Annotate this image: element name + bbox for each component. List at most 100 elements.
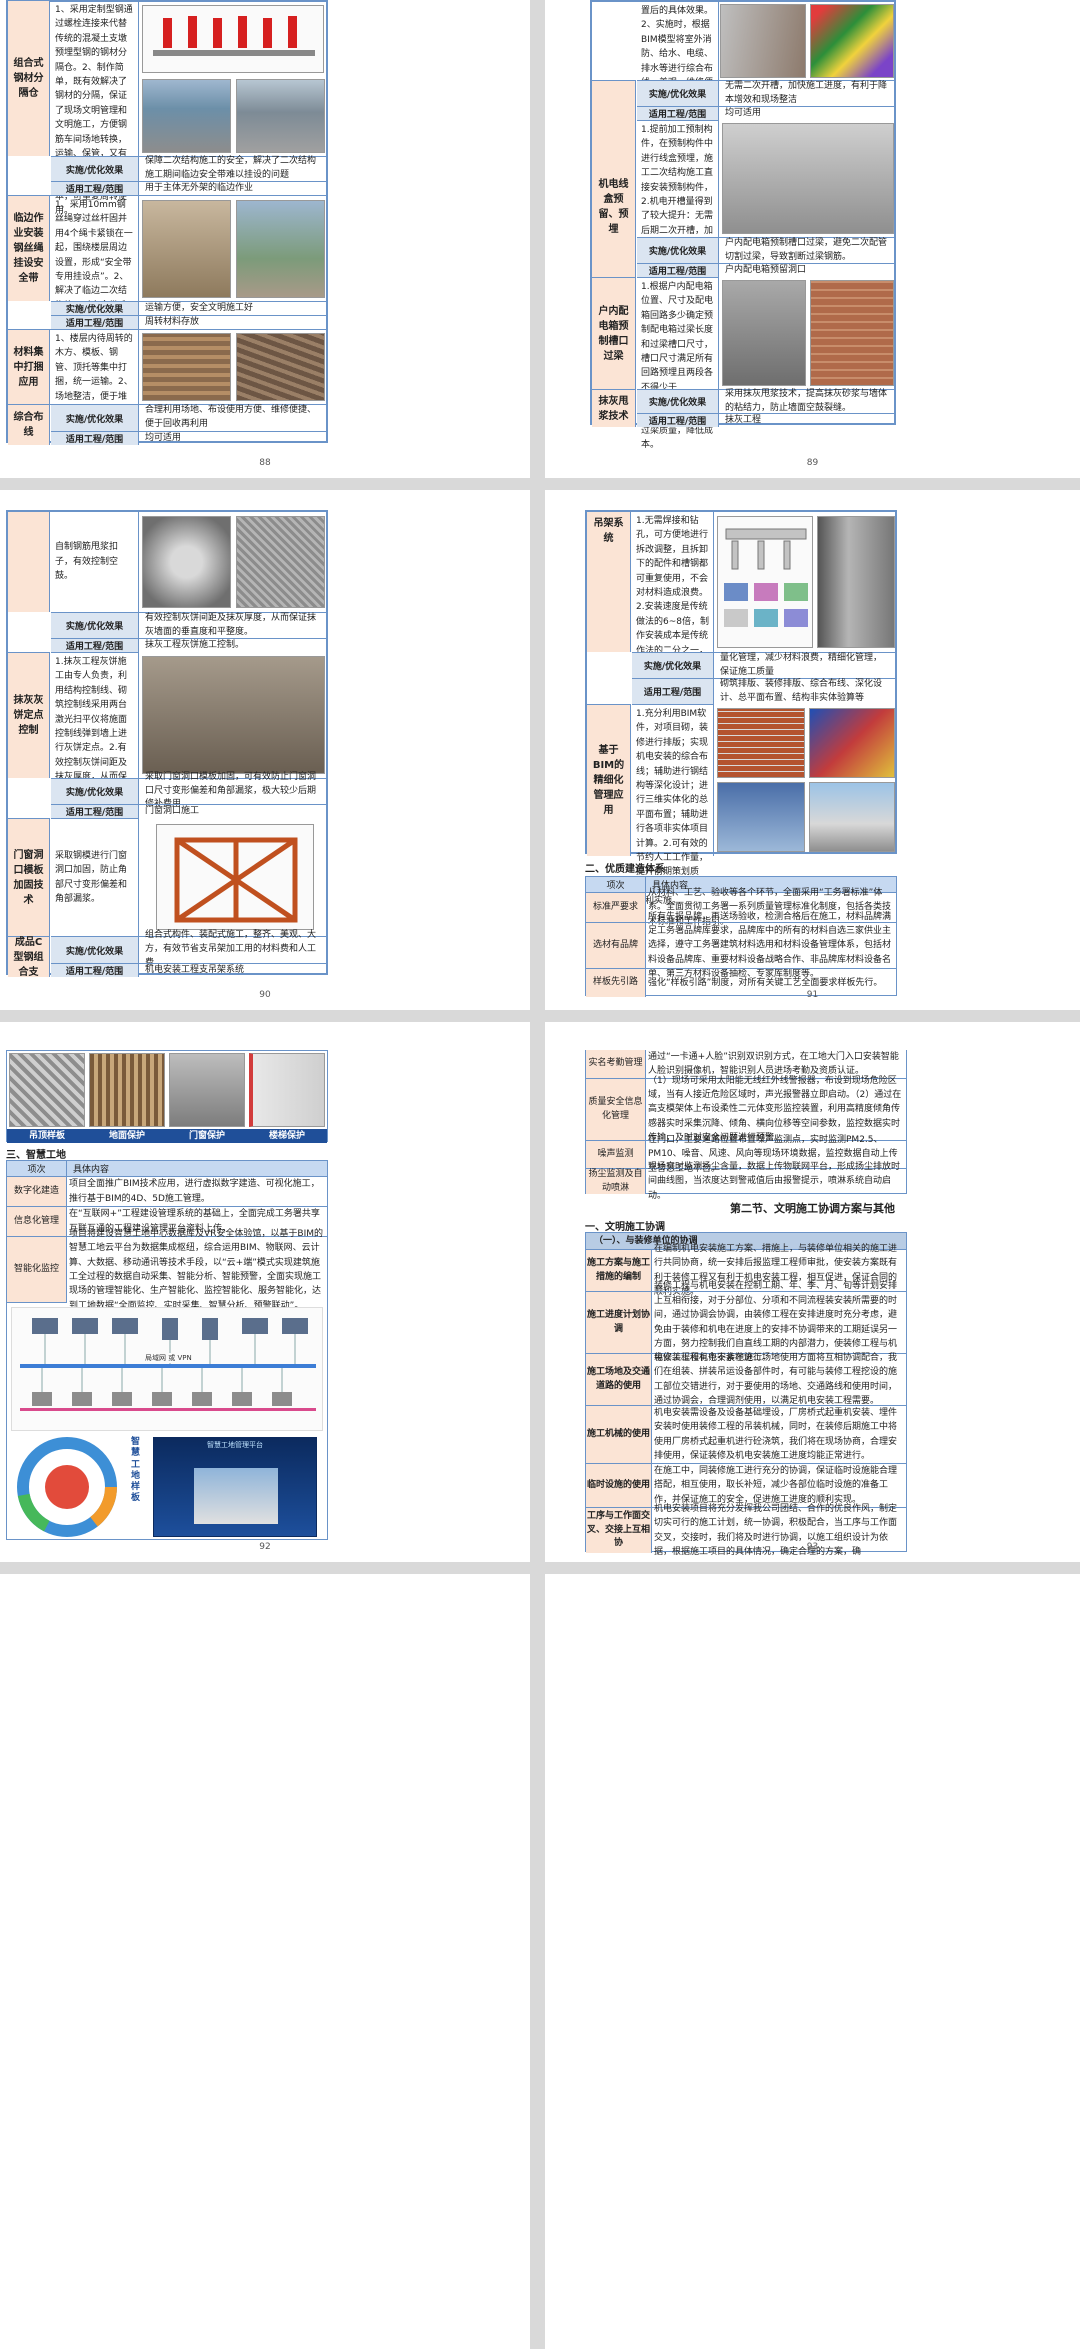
effect-label: 实施/优化效果 <box>637 80 719 106</box>
scope-value: 砌筑排版、装修排版、综合布线、深化设计、总平面布置、结构非实体验算等 <box>714 678 895 704</box>
effect-value: 量化管理，减少材料浪费，精细化管理，保证施工质量 <box>714 652 895 678</box>
effect-value: 保障二次结构施工的安全，解决了二次结构施工期间临边安全带难以挂设的问题 <box>139 156 326 181</box>
photo-distribution-box-1 <box>722 280 806 386</box>
section-title: 二、优质建造体系 <box>585 864 665 875</box>
effect-value: 有效控制灰饼间距及抹灰厚度，从而保证抹灰墙面的垂直度和平整度。 <box>139 612 326 638</box>
scope-value: 门窗洞口施工 <box>139 804 326 818</box>
page-89: 置后的具体效果。2、实施时，根据BIM模型将室外消防、给水、电缆、排水等进行综合… <box>545 0 1080 478</box>
row-value: （1）现场可采用太阳能无线红外线警报器，布设到现场危险区域，当有人接近危险区域时… <box>648 1075 902 1144</box>
header-item: 项次 <box>586 877 646 892</box>
row-key: 施工进度计划协调 <box>586 1292 652 1353</box>
steel-formwork-illustration <box>174 837 298 923</box>
row-label: 吊架系统 <box>587 512 631 652</box>
innovation-table-88: 组合式钢材分隔仓 1、采用定制型钢通过螺栓连接来代替传统的混凝土支墩预埋型钢的钢… <box>6 0 328 445</box>
scope-label: 适用工程/范围 <box>51 963 139 977</box>
row-label: 抹灰甩浆技术 <box>592 389 636 427</box>
caption: 门窗保护 <box>188 1131 225 1141</box>
platform-building-model <box>194 1468 278 1524</box>
quality-table: 项次 具体内容 标准严要求 从材料、工艺、验收等各个环节，全面采用“工务署标准”… <box>585 876 897 997</box>
photo-distribution-box-2 <box>810 280 894 386</box>
table-row: 组合式钢材分隔仓 1、采用定制型钢通过螺栓连接来代替传统的混凝土支墩预埋型钢的钢… <box>8 1 326 216</box>
row-key: 智能化监控 <box>7 1237 67 1303</box>
row-key: 标准严要求 <box>586 893 646 922</box>
row-description: 1、采用10mm钢丝绳穿过丝杆固并用4个绳卡紧锁在一起，围绕楼层周边设置，形成“… <box>51 196 139 325</box>
page-91: 吊架系统 1.无需焊接和钻孔，可方便地进行拆改调整，且拆卸下的配件和槽钢都可重复… <box>545 490 1080 1010</box>
page-88: 组合式钢材分隔仓 1、采用定制型钢通过螺栓连接来代替传统的混凝土支墩预埋型钢的钢… <box>0 0 530 478</box>
table-row: 扬尘监测及自动喷淋 现场实时监测扬尘含量，数据上传物联网平台，形成扬尘排放时间曲… <box>586 1162 906 1201</box>
row-value: 装修工程和机电安装在施工场地使用方面将互相协调配合，我们在组装、拼装吊运设备部件… <box>654 1352 898 1406</box>
photo-guard-rope-2 <box>236 200 325 298</box>
row-value: 在施工中，同装修施工进行充分的协调，保证临时设施能合理搭配，相互使用，取长补短，… <box>654 1465 898 1505</box>
effect-value: 户内配电箱预制槽口过梁，避免二次配管切割过梁，导致割断过梁钢筋。 <box>719 237 894 263</box>
effect-label: 实施/优化效果 <box>632 652 714 678</box>
network-diagram: 局域网 或 VPN <box>11 1307 323 1431</box>
row-label: 成品C型钢组合支 <box>8 936 50 978</box>
row-label: 临边作业安装钢丝绳挂设安全带 <box>8 196 50 301</box>
row-label: 户内配电箱预制槽口过梁 <box>592 277 636 389</box>
row-value: 项目全面推广BIM技术应用，进行虚拟数字建造、可视化施工，推行基于BIM的4D、… <box>69 1179 320 1204</box>
row-description: 1.抹灰工程灰饼施工由专人负责，利用结构控制线、砌筑控制线采用两台激光扫平仪将施… <box>51 652 139 811</box>
page-next-right <box>545 1574 1080 2349</box>
platform-screen: 智慧工地管理平台 <box>153 1437 317 1537</box>
scope-value: 均可适用 <box>719 106 894 120</box>
row-key: 扬尘监测及自动喷淋 <box>586 1169 646 1194</box>
row-label: 门窗洞口模板加固技术 <box>8 818 50 936</box>
page-90: 自制钢筋甩浆扣子，有效控制空鼓。 实施/优化效果 有效控制灰饼间距及抹灰厚度，从… <box>0 490 530 1010</box>
row-description: 自制钢筋甩浆扣子，有效控制空鼓。 <box>51 512 139 612</box>
chapter-title: 第二节、文明施工协调方案与其他 <box>730 1202 895 1215</box>
table-row: 施工进度计划协调 装修工程与机电安装在控制工期、年、季、月、旬等计划安排上互相衔… <box>586 1281 906 1363</box>
photo-storage-yard-2 <box>236 79 325 153</box>
effect-label: 实施/优化效果 <box>51 156 139 181</box>
effect-label: 实施/优化效果 <box>51 778 139 804</box>
steel-rack-illustration <box>153 16 315 56</box>
row-description: 1.根据户内配电箱位置、尺寸及配电箱回路多少确定预制配电箱过梁长度和过梁槽口尺寸… <box>637 277 719 450</box>
effect-value: 采用抹灰甩浆技术，提高抹灰砂浆与墙体的粘结力，防止墙面空鼓裂缝。 <box>719 389 894 413</box>
scope-value: 周转材料存放 <box>139 315 326 329</box>
page-number: 93 <box>806 1542 819 1552</box>
page-next-left <box>0 1574 530 2349</box>
effect-label: 实施/优化效果 <box>51 612 139 638</box>
innovation-table-91: 吊架系统 1.无需焊接和钻孔，可方便地进行拆改调整，且拆卸下的配件和槽钢都可重复… <box>585 510 897 906</box>
innovation-table-89: 置后的具体效果。2、实施时，根据BIM模型将室外消防、给水、电缆、排水等进行综合… <box>590 0 896 450</box>
row-description: 1.提前加工预制构件，在预制构件中进行线盒预埋，施工二次结构施工直接安装预制构件… <box>637 120 719 279</box>
table-row: 施工机械的使用 机电安装需设备及设备基础埋设，厂房桥式起重机安装、埋件安装时使用… <box>586 1405 906 1463</box>
photo-laser-level <box>142 656 325 774</box>
row-key: 噪声监测 <box>586 1141 646 1168</box>
photo-bim-site <box>809 782 895 852</box>
monitoring-table: 实名考勤管理 通过“一卡通+人脸”识别双识别方式，在工地大门入口安装智能人脸识别… <box>585 1050 907 1201</box>
photo-guard-rope-1 <box>142 200 231 298</box>
photo-stair-protection <box>249 1053 325 1127</box>
scope-label: 适用工程/范围 <box>637 263 719 277</box>
row-description: 采取钢模进行门窗洞口加固，防止角部尺寸变形偏差和角部漏浆。 <box>51 818 139 936</box>
effect-value: 合理利用场地、布设使用方便、维修便捷、便于回收再利用 <box>139 404 326 431</box>
network-label: 局域网 或 VPN <box>142 1353 195 1363</box>
photo-floor-protection <box>89 1053 165 1127</box>
photo-mesh-wall <box>236 516 325 608</box>
effect-label: 实施/优化效果 <box>51 936 139 963</box>
row-key: 选材有品牌 <box>586 923 646 968</box>
row-key: 数字化建造 <box>7 1177 67 1206</box>
caption-bar: 吊顶样板 地面保护 门窗保护 楼梯保护 <box>7 1129 327 1143</box>
innovation-table-90: 自制钢筋甩浆扣子，有效控制空鼓。 实施/优化效果 有效控制灰饼间距及抹灰厚度，从… <box>6 510 328 978</box>
page-93: 实名考勤管理 通过“一卡通+人脸”识别双识别方式，在工地大门入口安装智能人脸识别… <box>545 1022 1080 1562</box>
platform-title: 智慧工地管理平台 <box>207 1441 263 1449</box>
photo-pipe-installation <box>720 4 806 78</box>
row-value: 所有先报品牌，再送场验收，检测合格后在施工，材料品牌满足工务署品牌库要求，品牌库… <box>648 911 892 980</box>
row-key: 信息化管理 <box>7 1207 67 1236</box>
scope-label: 适用工程/范围 <box>637 413 719 427</box>
row-label: 组合式钢材分隔仓 <box>8 1 50 156</box>
scope-value: 抹灰工程 <box>719 413 894 427</box>
scope-label: 适用工程/范围 <box>632 678 714 704</box>
row-label: 抹灰灰饼定点控制 <box>8 652 50 778</box>
photo-storage-yard-1 <box>142 79 231 153</box>
table-row: 质量安全信息化管理 （1）现场可采用太阳能无线红外线警报器，布设到现场危险区域，… <box>586 1075 906 1144</box>
photo-bundled-material-1 <box>142 333 231 401</box>
row-description: 1、楼层内待周转的木方、模板、钢管、顶托等集中打捆，统一运输。2、场地整洁，便于… <box>51 330 139 416</box>
effect-value: 采取门窗洞口模板加固，可有效防止门窗洞口尺寸变形偏差和角部漏浆，极大较少后期修补… <box>139 772 326 809</box>
hanger-components-illustration <box>724 528 808 627</box>
header-item: 项次 <box>7 1161 67 1176</box>
scope-label: 适用工程/范围 <box>51 315 139 329</box>
scope-label: 适用工程/范围 <box>51 181 139 195</box>
scope-label: 适用工程/范围 <box>637 106 719 120</box>
photo-ceiling-sample <box>9 1053 85 1127</box>
